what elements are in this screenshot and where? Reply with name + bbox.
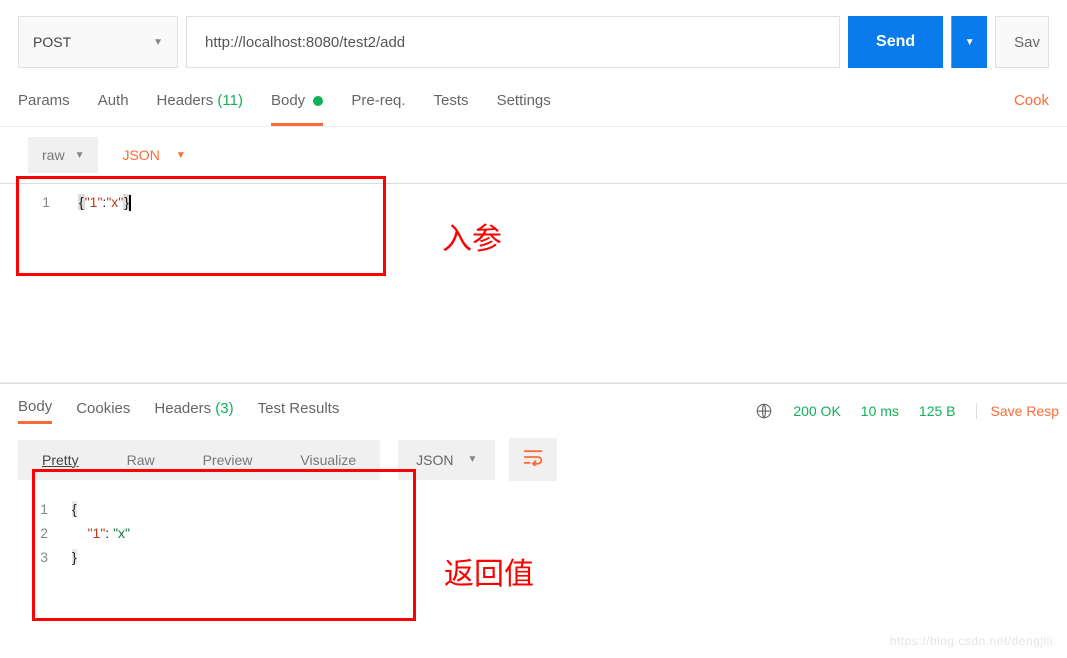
response-tabs: Body Cookies Headers (3) Test Results 20…: [0, 384, 1067, 438]
save-response-button[interactable]: Save Resp: [976, 403, 1059, 419]
resp-tab-cookies[interactable]: Cookies: [76, 400, 130, 423]
http-method-select[interactable]: POST ▼: [18, 16, 178, 68]
line-number: 3: [0, 549, 72, 565]
request-body-editor[interactable]: 1 {"1":"x"} 入参: [0, 183, 1067, 383]
view-visualize[interactable]: Visualize: [276, 440, 380, 480]
globe-icon: [755, 402, 773, 420]
view-pretty[interactable]: Pretty: [18, 440, 103, 480]
view-preview[interactable]: Preview: [179, 440, 277, 480]
tab-settings[interactable]: Settings: [497, 84, 551, 123]
tab-body-label: Body: [271, 92, 305, 109]
chevron-down-icon: ▼: [176, 150, 186, 161]
view-mode-segment: Pretty Raw Preview Visualize: [18, 440, 380, 480]
tab-auth[interactable]: Auth: [98, 84, 129, 123]
wrap-icon: [523, 448, 543, 466]
send-options-button[interactable]: ▼: [951, 16, 987, 68]
resp-tab-headers[interactable]: Headers (3): [154, 400, 233, 423]
line-number: 2: [0, 525, 72, 541]
view-raw[interactable]: Raw: [103, 440, 179, 480]
chevron-down-icon: ▼: [965, 37, 975, 48]
body-type-select[interactable]: raw ▼: [28, 137, 98, 173]
response-format-value: JSON: [416, 452, 453, 468]
status-area: 200 OK 10 ms 125 B Save Resp: [755, 402, 1067, 420]
line-number: 1: [0, 194, 78, 211]
chevron-down-icon: ▼: [153, 37, 163, 48]
cursor-icon: [129, 195, 131, 211]
body-active-dot-icon: [313, 96, 323, 106]
body-sub-bar: raw ▼ JSON ▼: [0, 127, 1067, 173]
response-view-bar: Pretty Raw Preview Visualize JSON ▼: [0, 438, 1067, 481]
watermark: https://blog.csdn.net/dengjili: [890, 634, 1053, 648]
save-button[interactable]: Sav: [995, 16, 1049, 68]
tab-params[interactable]: Params: [18, 84, 70, 123]
annotation-label-input: 入参: [442, 214, 502, 258]
response-panel: Body Cookies Headers (3) Test Results 20…: [0, 383, 1067, 589]
resp-tab-test-results[interactable]: Test Results: [258, 400, 340, 423]
code-content: "1": "x": [72, 525, 130, 541]
status-time: 10 ms: [861, 403, 899, 419]
status-code: 200 OK: [793, 403, 840, 419]
body-format-value: JSON: [122, 147, 159, 163]
tab-tests[interactable]: Tests: [434, 84, 469, 123]
resp-line: 2 "1": "x": [0, 521, 1067, 545]
resp-tab-body[interactable]: Body: [18, 398, 52, 424]
http-method-value: POST: [33, 34, 71, 50]
send-button[interactable]: Send: [848, 16, 943, 68]
code-content: {: [72, 501, 77, 517]
tab-headers[interactable]: Headers (11): [157, 84, 243, 123]
resp-line: 3 }: [0, 545, 1067, 569]
headers-count: (11): [217, 92, 243, 109]
response-format-select[interactable]: JSON ▼: [398, 440, 495, 480]
body-type-value: raw: [42, 147, 65, 163]
resp-headers-count: (3): [215, 400, 233, 417]
status-size: 125 B: [919, 403, 956, 419]
request-tabs: Params Auth Headers (11) Body Pre-req. T…: [0, 84, 1067, 127]
tab-headers-label: Headers: [157, 92, 214, 109]
editor-line: 1 {"1":"x"}: [0, 184, 1067, 217]
cookies-link[interactable]: Cook: [1014, 84, 1049, 123]
code-content: }: [72, 549, 77, 565]
url-bar: POST ▼ http://localhost:8080/test2/add S…: [0, 0, 1067, 84]
wrap-lines-button[interactable]: [509, 438, 557, 481]
response-body-editor[interactable]: 1 { 2 "1": "x" 3 } 返回值: [0, 481, 1067, 589]
tab-prereq[interactable]: Pre-req.: [351, 84, 405, 123]
url-value: http://localhost:8080/test2/add: [205, 34, 405, 51]
url-input[interactable]: http://localhost:8080/test2/add: [186, 16, 840, 68]
tab-body[interactable]: Body: [271, 84, 323, 126]
chevron-down-icon: ▼: [468, 454, 478, 465]
resp-tab-headers-label: Headers: [154, 400, 211, 417]
chevron-down-icon: ▼: [75, 150, 85, 161]
line-number: 1: [0, 501, 72, 517]
body-format-select[interactable]: JSON ▼: [122, 147, 185, 163]
resp-line: 1 {: [0, 497, 1067, 521]
code-content: {"1":"x"}: [78, 194, 131, 211]
